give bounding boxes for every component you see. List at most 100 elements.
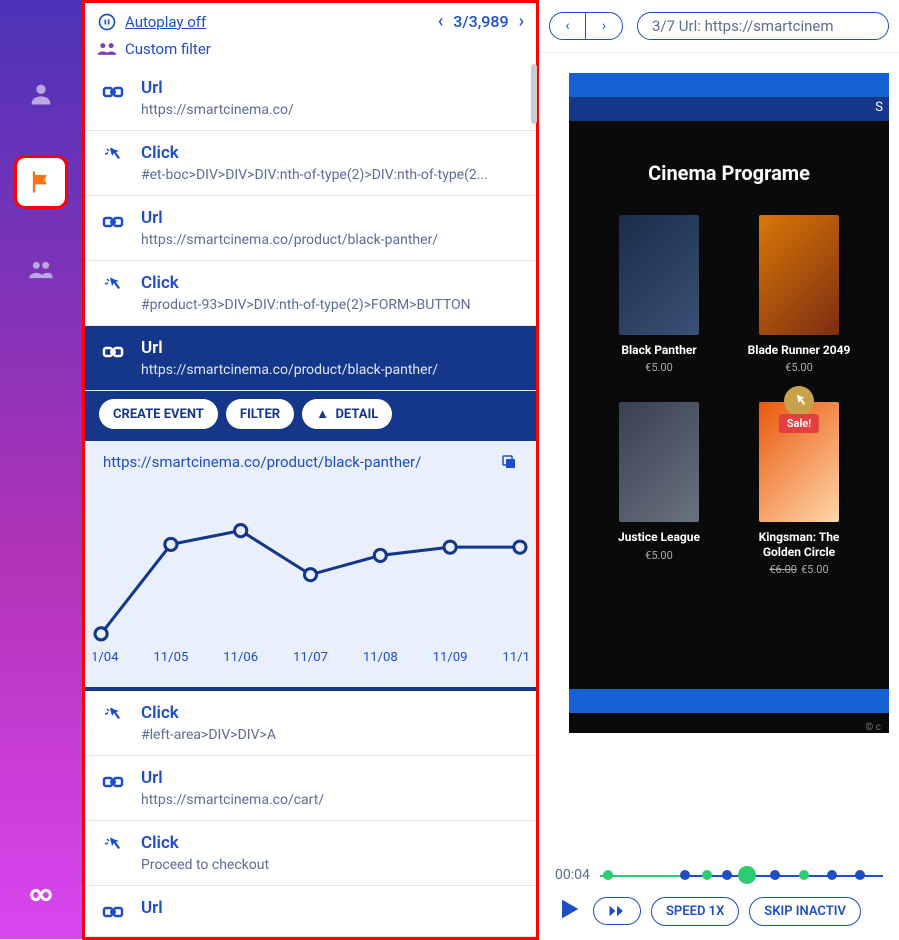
event-type: Url <box>141 768 522 788</box>
event-url[interactable]: Url <box>85 886 536 937</box>
movie-title: Blade Runner 2049 <box>739 343 859 357</box>
chart-container: https://smartcinema.co/product/black-pan… <box>85 437 536 691</box>
timeline-marker[interactable] <box>702 870 712 880</box>
preview-header: ‹ › 3/7 Url: https://smartcinem <box>539 0 899 53</box>
play-button[interactable] <box>555 895 583 927</box>
event-type: Click <box>141 833 522 853</box>
time-label: 00:04 <box>555 867 590 883</box>
event-detail: https://smartcinema.co/product/black-pan… <box>141 362 522 378</box>
event-type: Click <box>141 273 522 293</box>
movie-card[interactable]: Justice League€5.00 <box>599 402 719 576</box>
skip-forward-button[interactable] <box>593 897 641 925</box>
movie-poster <box>619 402 699 522</box>
create-event-button[interactable]: CREATE EVENT <box>99 399 218 429</box>
pager: ‹ 3/3,989 › <box>438 11 524 32</box>
copy-icon[interactable] <box>500 453 518 471</box>
event-click[interactable]: Click #product-93>DIV>DIV:nth-of-type(2)>… <box>85 261 536 326</box>
timeline-marker[interactable] <box>855 870 865 880</box>
event-detail: #product-93>DIV>DIV:nth-of-type(2)>FORM>… <box>141 297 522 313</box>
event-click[interactable]: ClickProceed to checkout <box>85 821 536 886</box>
movie-poster <box>619 215 699 335</box>
scrollbar[interactable] <box>531 64 537 124</box>
movie-price: €6.00€5.00 <box>739 563 859 576</box>
autoplay-toggle[interactable]: Autoplay off <box>97 12 206 32</box>
movie-card[interactable]: Blade Runner 2049 €5.00 <box>739 215 859 374</box>
speed-button[interactable]: SPEED 1X <box>651 897 739 926</box>
skip-icon <box>608 904 626 918</box>
event-type: Click <box>141 143 522 163</box>
cinema-footbar <box>569 689 889 713</box>
site-preview: S Cinema Programe Black Panther€5.00Blad… <box>539 53 899 853</box>
link-icon <box>99 900 127 924</box>
event-click[interactable]: Click#et-boc>DIV>DIV>DIV:nth-of-type(2)>… <box>85 131 536 196</box>
event-detail: https://smartcinema.co/cart/ <box>141 792 522 808</box>
event-list[interactable]: Urlhttps://smartcinema.co/Click#et-boc>D… <box>85 66 536 937</box>
chart-url-row: https://smartcinema.co/product/black-pan… <box>93 449 528 479</box>
events-panel: Autoplay off ‹ 3/3,989 › Custom filter U… <box>82 0 539 940</box>
timeline-row: 00:04 <box>555 865 883 885</box>
cinema-title: Cinema Programe <box>599 161 859 185</box>
filter-button[interactable]: FILTER <box>226 399 294 429</box>
movie-price: €5.00 <box>599 361 719 374</box>
player-controls: SPEED 1X SKIP INACTIV <box>555 895 883 927</box>
movie-price: €5.00 <box>739 361 859 374</box>
event-url[interactable]: Urlhttps://smartcinema.co/ <box>85 66 536 131</box>
click-icon <box>99 275 127 299</box>
event-detail: #left-area>DIV>DIV>A <box>141 727 522 743</box>
autoplay-label: Autoplay off <box>125 13 206 31</box>
timeline[interactable] <box>600 865 883 885</box>
nav-pills: ‹ › <box>549 12 623 40</box>
timeline-marker[interactable] <box>722 870 732 880</box>
cinema-site: S Cinema Programe Black Panther€5.00Blad… <box>569 73 889 733</box>
timeline-marker[interactable] <box>680 870 690 880</box>
timeline-marker[interactable] <box>799 870 809 880</box>
pager-prev[interactable]: ‹ <box>438 11 444 32</box>
sidebar-item-infinity[interactable] <box>17 871 65 919</box>
link-icon <box>99 770 127 794</box>
event-url[interactable]: Urlhttps://smartcinema.co/product/black-… <box>85 326 536 391</box>
copyright: © c <box>865 722 881 733</box>
svg-text:11/04: 11/04 <box>93 650 119 665</box>
nav-next[interactable]: › <box>586 13 622 39</box>
custom-filter[interactable]: Custom filter <box>85 36 536 66</box>
sidebar <box>0 0 82 939</box>
movie-poster <box>759 215 839 335</box>
event-detail: https://smartcinema.co/ <box>141 102 522 118</box>
pause-circle-icon <box>97 12 117 32</box>
event-click[interactable]: Click #left-area>DIV>DIV>A <box>85 691 536 756</box>
movie-card[interactable]: Black Panther €5.00 <box>599 215 719 374</box>
url-bar[interactable]: 3/7 Url: https://smartcinem <box>637 12 889 40</box>
sidebar-item-flag[interactable] <box>17 158 65 206</box>
timeline-current[interactable] <box>738 866 756 884</box>
event-actions: CREATE EVENT FILTER ▲ DETAIL <box>85 391 536 437</box>
event-url[interactable]: Url https://smartcinema.co/cart/ <box>85 756 536 821</box>
movie-title: Black Panther <box>599 343 719 357</box>
sidebar-item-user[interactable] <box>17 70 65 118</box>
svg-text:11/08: 11/08 <box>363 650 398 665</box>
skip-label: SKIP INACTIV <box>764 904 846 919</box>
movie-grid: Black Panther €5.00 Blade Runner 2049 €5.00… <box>599 215 859 576</box>
pager-next[interactable]: › <box>519 11 524 32</box>
nav-prev[interactable]: ‹ <box>550 13 586 39</box>
link-icon <box>99 210 127 234</box>
link-icon <box>99 80 127 104</box>
filter-label: Custom filter <box>125 40 211 58</box>
svg-text:11/10: 11/10 <box>502 650 528 665</box>
timeline-marker[interactable] <box>827 870 837 880</box>
cinema-topbar <box>569 73 889 97</box>
svg-text:11/07: 11/07 <box>293 650 328 665</box>
svg-text:11/06: 11/06 <box>223 650 258 665</box>
event-url[interactable]: Urlhttps://smartcinema.co/product/black-… <box>85 196 536 261</box>
detail-button[interactable]: ▲ DETAIL <box>302 399 392 429</box>
chart-url: https://smartcinema.co/product/black-pan… <box>103 453 421 471</box>
movie-card[interactable]: Sale!Kingsman: The Golden Circle€6.00€5.… <box>739 402 859 576</box>
sidebar-item-users[interactable] <box>17 246 65 294</box>
event-type: Url <box>141 208 522 228</box>
timeline-marker[interactable] <box>770 870 780 880</box>
timeline-marker[interactable] <box>603 870 613 880</box>
click-icon <box>99 705 127 729</box>
skip-inactive-button[interactable]: SKIP INACTIV <box>749 897 861 926</box>
click-icon <box>99 145 127 169</box>
preview-panel: ‹ › 3/7 Url: https://smartcinem S Cinema… <box>539 0 899 939</box>
event-type: Click <box>141 703 522 723</box>
